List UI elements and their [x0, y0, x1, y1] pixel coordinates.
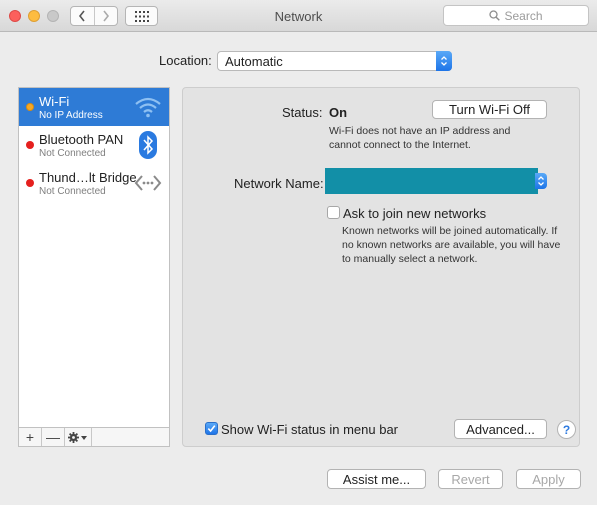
- status-label: Status:: [282, 105, 323, 120]
- bluetooth-icon: [133, 131, 163, 159]
- service-list: Wi-Fi No IP Address Bluetooth PAN Not Co…: [18, 87, 170, 428]
- help-button[interactable]: ?: [557, 420, 576, 439]
- service-item-wifi[interactable]: Wi-Fi No IP Address: [19, 88, 169, 126]
- show-wifi-status-label: Show Wi-Fi status in menu bar: [221, 422, 399, 437]
- service-toolbar: + —: [18, 428, 170, 447]
- status-value: On: [329, 105, 348, 120]
- title-bar: Network Search: [0, 0, 597, 32]
- add-service-button[interactable]: +: [19, 428, 42, 446]
- apply-button[interactable]: Apply: [516, 469, 581, 489]
- thunderbolt-bridge-icon: [133, 169, 163, 197]
- show-wifi-status-checkbox[interactable]: [205, 422, 218, 435]
- service-name: Wi-Fi: [39, 94, 70, 109]
- status-description: Wi-Fi does not have an IP address and ca…: [329, 125, 511, 151]
- assist-me-button[interactable]: Assist me...: [327, 469, 426, 489]
- service-status: No IP Address: [39, 110, 103, 121]
- location-label: Location:: [159, 53, 212, 68]
- ask-to-join-label: Ask to join new networks: [343, 206, 487, 221]
- search-placeholder: Search: [504, 8, 543, 23]
- status-dot: [26, 103, 34, 111]
- service-item-bluetooth-pan[interactable]: Bluetooth PAN Not Connected: [19, 126, 169, 164]
- service-name: Bluetooth PAN: [39, 132, 124, 147]
- network-name-value-redacted: [325, 168, 538, 194]
- ask-to-join-checkbox[interactable]: [327, 206, 340, 219]
- advanced-button[interactable]: Advanced...: [454, 419, 547, 439]
- turn-wifi-off-button[interactable]: Turn Wi-Fi Off: [432, 100, 547, 119]
- wifi-icon: [133, 93, 163, 121]
- select-stepper-icon: [436, 51, 452, 71]
- gear-icon: [68, 431, 87, 443]
- search-field[interactable]: Search: [443, 5, 589, 26]
- checkmark-icon: [207, 425, 216, 433]
- location-value: Automatic: [225, 54, 283, 69]
- action-menu-button[interactable]: [65, 428, 92, 446]
- ask-to-join-description: Known networks will be joined automatica…: [342, 225, 561, 265]
- network-name-label: Network Name:: [234, 176, 324, 191]
- service-status: Not Connected: [39, 186, 106, 197]
- service-name: Thund…lt Bridge: [39, 170, 137, 185]
- search-icon: [489, 10, 501, 21]
- status-dot: [26, 179, 34, 187]
- network-name-select[interactable]: [325, 168, 547, 194]
- select-stepper-icon: [535, 173, 547, 189]
- location-select[interactable]: Automatic: [217, 51, 452, 71]
- remove-service-button[interactable]: —: [42, 428, 65, 446]
- status-dot: [26, 141, 34, 149]
- service-status: Not Connected: [39, 148, 106, 159]
- revert-button[interactable]: Revert: [438, 469, 503, 489]
- service-item-thunderbolt-bridge[interactable]: Thund…lt Bridge Not Connected: [19, 164, 169, 202]
